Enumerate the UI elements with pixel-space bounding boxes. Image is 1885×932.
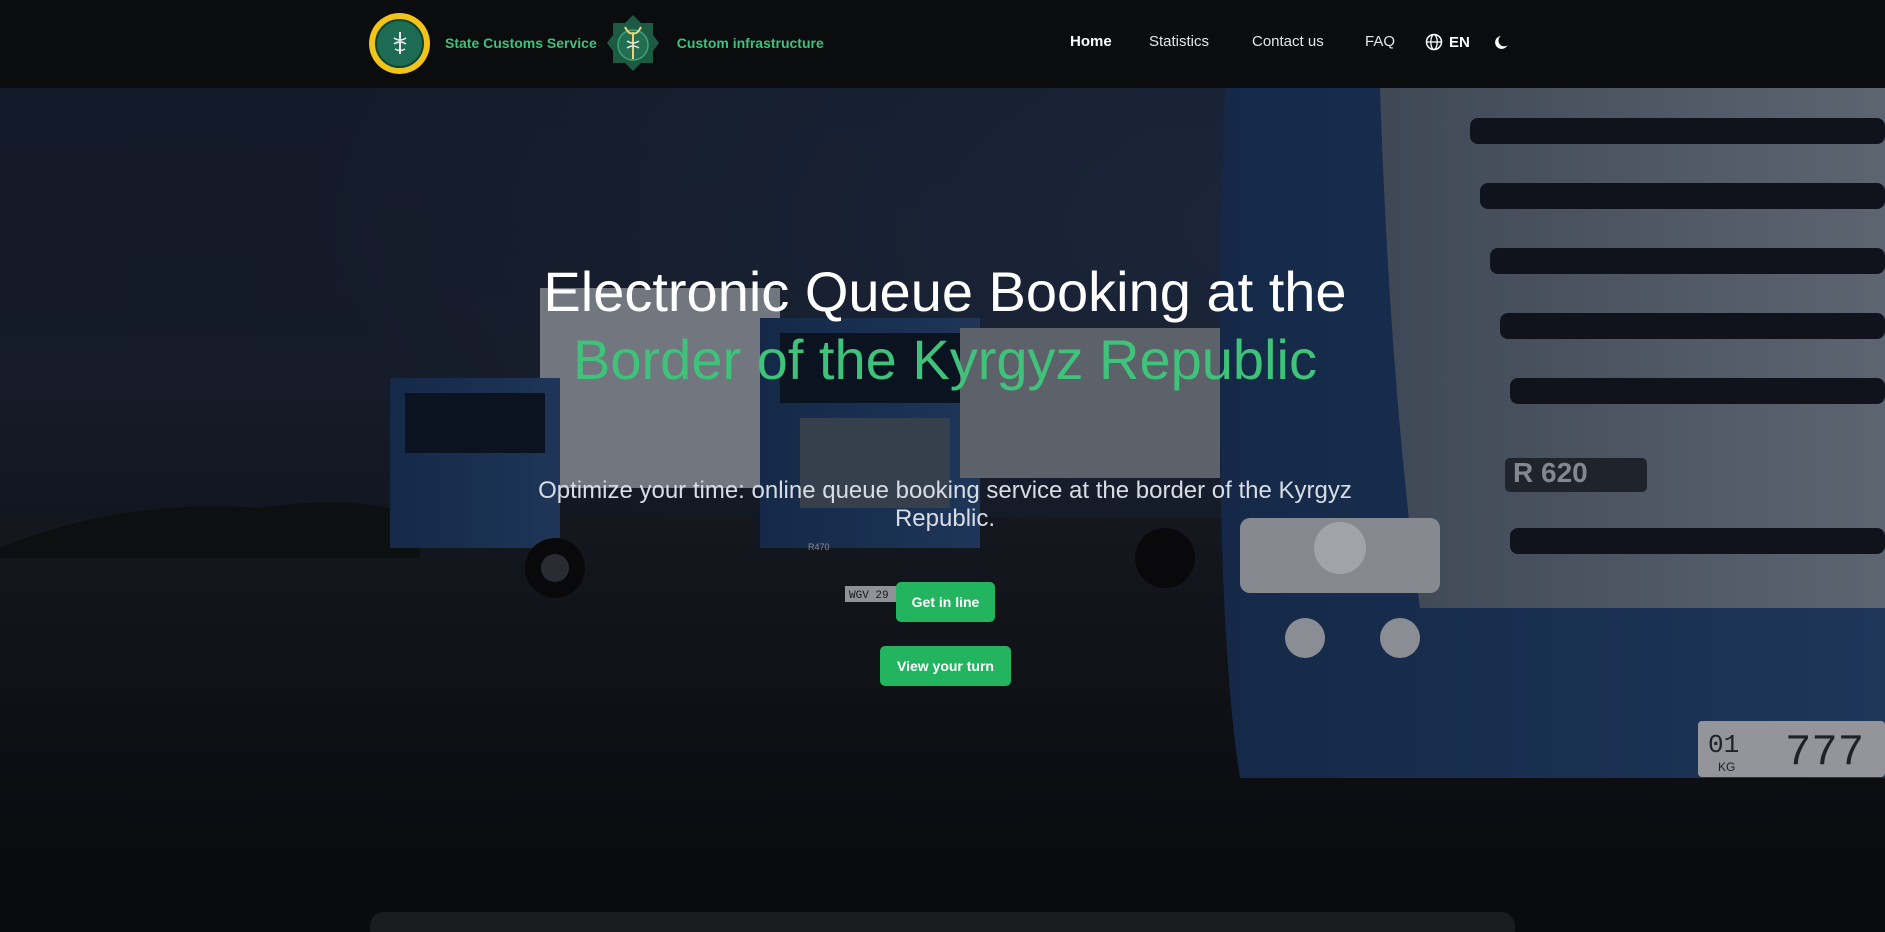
hero-subtitle: Optimize your time: online queue booking… bbox=[538, 477, 1352, 532]
hero-title: Electronic Queue Booking at the Border o… bbox=[520, 258, 1370, 394]
theme-toggle[interactable] bbox=[1494, 33, 1512, 56]
nav-statistics[interactable]: Statistics bbox=[1149, 33, 1209, 50]
nav-faq[interactable]: FAQ bbox=[1365, 33, 1395, 50]
top-header: State Customs Service Custom infrastruct… bbox=[0, 0, 1885, 88]
language-selector[interactable]: EN bbox=[1425, 33, 1470, 51]
brand-area: State Customs Service Custom infrastruct… bbox=[369, 12, 824, 74]
moon-icon bbox=[1495, 36, 1508, 49]
view-your-turn-button[interactable]: View your turn bbox=[880, 646, 1011, 686]
hero-content: Electronic Queue Booking at the Border o… bbox=[0, 88, 1885, 856]
hero-section: R470 WGV 29 R 620 01 KG 777 A Electronic… bbox=[0, 88, 1885, 856]
brand-state-customs-link[interactable]: State Customs Service bbox=[445, 35, 597, 51]
customs-emblem-logo[interactable] bbox=[369, 12, 430, 74]
hero-title-accent: Border of the Kyrgyz Republic bbox=[573, 328, 1317, 391]
nav-home[interactable]: Home bbox=[1070, 33, 1112, 50]
get-in-line-button[interactable]: Get in line bbox=[896, 582, 995, 622]
infrastructure-emblem-logo[interactable] bbox=[605, 13, 662, 74]
content-card-top-edge bbox=[370, 912, 1515, 932]
globe-icon bbox=[1425, 33, 1443, 51]
nav-contact-us[interactable]: Contact us bbox=[1252, 33, 1324, 50]
hero-title-main: Electronic Queue Booking at the bbox=[543, 260, 1347, 323]
brand-custom-infrastructure-link[interactable]: Custom infrastructure bbox=[677, 35, 824, 51]
language-label: EN bbox=[1449, 33, 1470, 51]
